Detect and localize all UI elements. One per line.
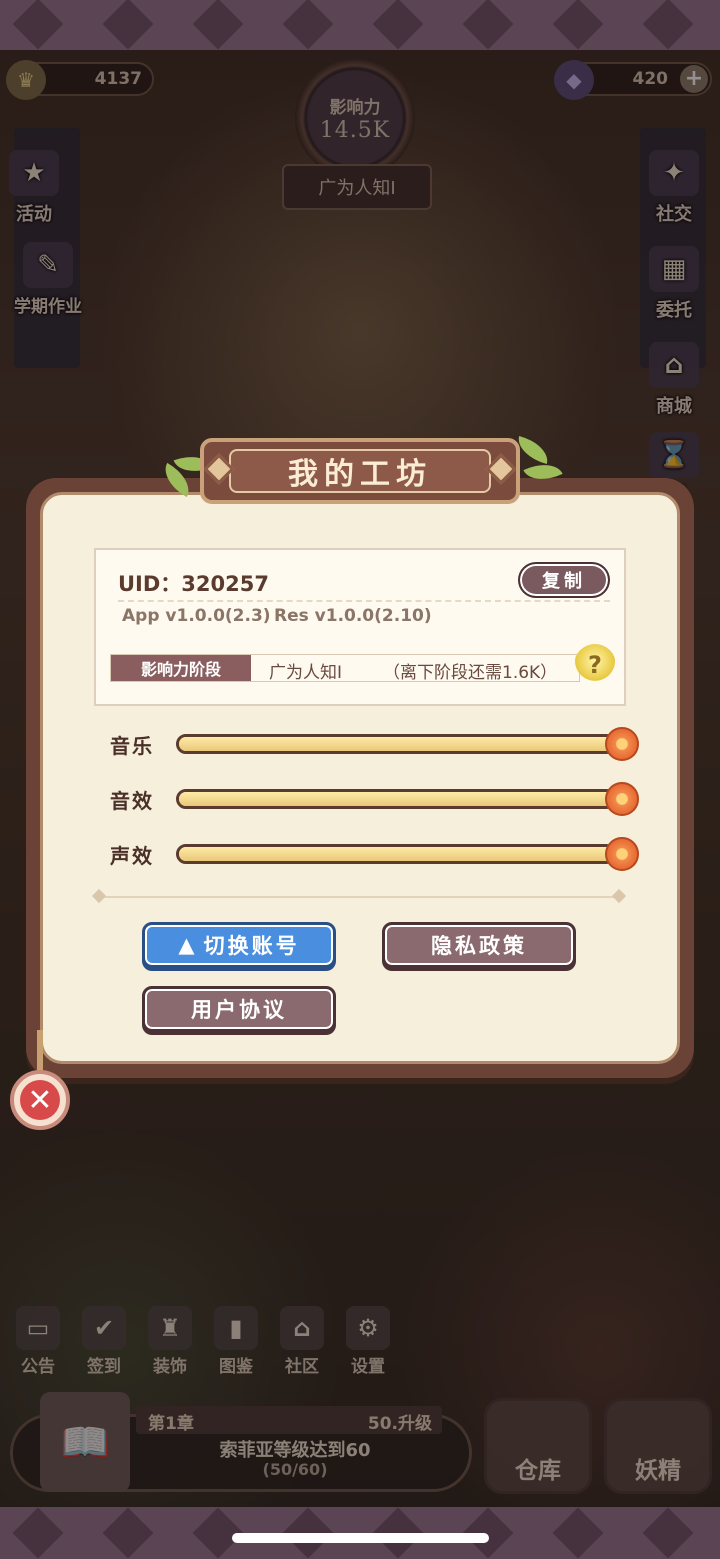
- music-slider[interactable]: 音乐: [110, 726, 639, 762]
- music-knob[interactable]: [605, 727, 639, 761]
- sfx-label: 音效: [110, 789, 154, 813]
- stage-label: 影响力阶段: [111, 655, 251, 681]
- influence-stage-bar: 影响力阶段 广为人知I （离下阶段还需1.6K）: [110, 654, 580, 683]
- sfx-track[interactable]: [176, 789, 616, 809]
- uid-divider: [118, 600, 610, 602]
- modal-title-plate: 我的工坊: [200, 438, 520, 504]
- stage-value: 广为人知I: [269, 663, 343, 683]
- res-version: Res v1.0.0(2.10): [274, 606, 432, 626]
- close-rope: [37, 1030, 43, 1074]
- switch-account-button[interactable]: ▲ 切换账号: [142, 922, 336, 968]
- voice-label: 声效: [110, 844, 154, 868]
- strip-diamond: [552, 0, 604, 50]
- app-version: App v1.0.0(2.3): [122, 606, 271, 626]
- music-label: 音乐: [110, 734, 154, 758]
- voice-slider[interactable]: 声效: [110, 836, 639, 872]
- sfx-slider[interactable]: 音效: [110, 781, 639, 817]
- copy-uid-button[interactable]: 复制: [518, 562, 610, 598]
- witch-hat-icon: ▲: [178, 933, 198, 957]
- strip-diamond: [462, 0, 514, 50]
- close-icon: ✕: [20, 1080, 60, 1120]
- strip-diamond: [102, 0, 154, 50]
- switch-account-label: 切换账号: [203, 934, 300, 958]
- close-button[interactable]: ✕: [10, 1070, 70, 1130]
- music-track[interactable]: [176, 734, 616, 754]
- sfx-knob[interactable]: [605, 782, 639, 816]
- strip-diamond: [12, 1507, 64, 1559]
- uid-text: UID：320257: [118, 572, 269, 596]
- strip-diamond: [192, 0, 244, 50]
- account-info-box: UID：320257 复制 App v1.0.0(2.3) Res v1.0.0…: [94, 548, 626, 706]
- voice-knob[interactable]: [605, 837, 639, 871]
- strip-diamond: [552, 1507, 604, 1559]
- voice-track[interactable]: [176, 844, 616, 864]
- strip-diamond: [372, 0, 424, 50]
- home-indicator[interactable]: [232, 1533, 489, 1543]
- strip-diamond: [642, 1507, 694, 1559]
- question-bulb-icon[interactable]: ?: [574, 644, 616, 686]
- strip-diamond: [12, 0, 64, 50]
- strip-diamond: [102, 1507, 154, 1559]
- top-decor-strip: [0, 0, 720, 50]
- strip-diamond: [282, 0, 334, 50]
- strip-diamond: [642, 0, 694, 50]
- stage-hint: （离下阶段还需1.6K）: [383, 663, 558, 683]
- user-agreement-button[interactable]: 用户协议: [142, 986, 336, 1032]
- modal-title: 我的工坊: [229, 449, 491, 493]
- privacy-policy-button[interactable]: 隐私政策: [382, 922, 576, 968]
- section-divider: [96, 896, 624, 898]
